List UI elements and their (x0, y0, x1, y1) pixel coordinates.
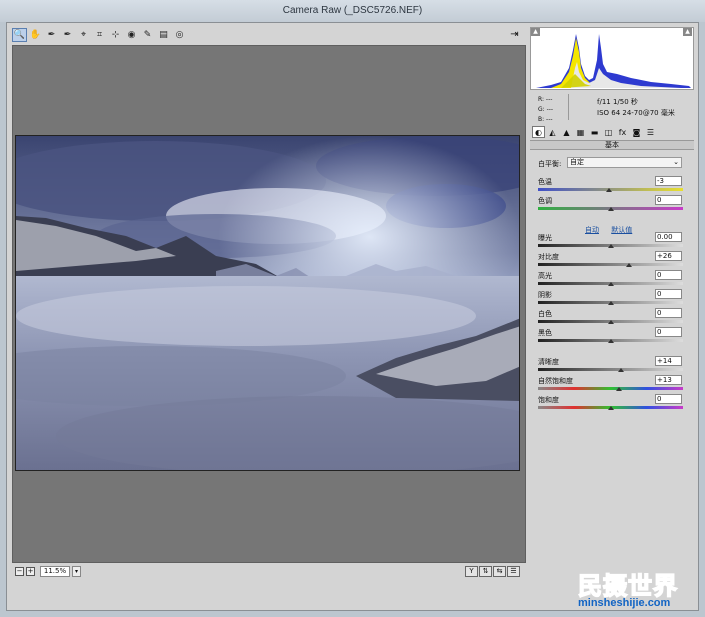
zoom-icon[interactable]: 🔍 (12, 28, 27, 42)
lens-corrections-tab-icon[interactable]: ◫ (602, 126, 615, 138)
color-sampler-icon[interactable]: ✒ (60, 28, 75, 42)
vibrance-label: 自然饱和度 (538, 377, 573, 385)
highlights-slider-thumb[interactable] (607, 282, 614, 286)
temperature-value-field[interactable]: -3 (655, 176, 682, 186)
camera-info: ISO 64 24-70@70 毫米 (597, 109, 675, 117)
zoom-in-button[interactable]: + (26, 567, 35, 576)
preview-photo[interactable] (15, 135, 520, 471)
auto-default-links: 自动 默认值 (585, 225, 642, 235)
tone-curve-tab-icon[interactable]: ◭ (546, 126, 559, 138)
fullscreen-icon[interactable]: ⇥ (507, 27, 522, 41)
hand-icon[interactable]: ✋ (28, 28, 43, 42)
copy-settings-icon[interactable]: ⇆ (493, 566, 506, 577)
contrast-slider-track[interactable] (538, 263, 683, 266)
r-readout: R: --- (538, 96, 553, 103)
contrast-slider-thumb[interactable] (626, 263, 633, 267)
auto-link[interactable]: 自动 (585, 226, 599, 234)
clarity-value-field[interactable]: +14 (655, 356, 682, 366)
white-balance-value: 自定 (570, 158, 584, 166)
camera-calibration-tab-icon[interactable]: ◙ (630, 126, 643, 138)
swap-settings-icon[interactable]: ⇅ (479, 566, 492, 577)
shadows-value-field[interactable]: 0 (655, 289, 682, 299)
chevron-down-icon: ⌄ (673, 158, 679, 166)
window-title: Camera Raw (_DSC5726.NEF) (0, 0, 705, 22)
highlights-label: 高光 (538, 272, 552, 280)
clarity-slider-track[interactable] (538, 368, 683, 371)
rgb-readout: R: --- G: --- B: --- (538, 95, 553, 125)
panel-title: 基本 (530, 140, 694, 150)
presets-tab-icon[interactable]: ☰ (644, 126, 657, 138)
whites-value-field[interactable]: 0 (655, 308, 682, 318)
straighten-icon[interactable]: ⊹ (108, 28, 123, 42)
basic-panel: 白平衡: 自定 ⌄ 自动 默认值 色温 -3 色调 0 曝光 0.00 对比度 +26 高光 0 阴… (530, 150, 694, 578)
hsl-tab-icon[interactable]: ▦ (574, 126, 587, 138)
whites-slider-thumb[interactable] (607, 320, 614, 324)
vibrance-slider-track[interactable] (538, 387, 683, 390)
panel-tabs: ◐ ◭ ▲ ▦ ▬ ◫ fx ◙ ☰ (530, 125, 694, 139)
contrast-label: 对比度 (538, 253, 559, 261)
histogram (530, 27, 694, 90)
highlight-clipping-icon[interactable]: ▲ (683, 28, 692, 36)
split-toning-tab-icon[interactable]: ▬ (588, 126, 601, 138)
exposure-value-field[interactable]: 0.00 (655, 232, 682, 242)
crop-icon[interactable]: ⌗ (92, 28, 107, 42)
shadows-label: 阴影 (538, 291, 552, 299)
blacks-value-field[interactable]: 0 (655, 327, 682, 337)
temperature-slider-thumb[interactable] (606, 188, 613, 192)
detail-tab-icon[interactable]: ▲ (560, 126, 573, 138)
highlights-value-field[interactable]: 0 (655, 270, 682, 280)
exposure-slider-thumb[interactable] (607, 244, 614, 248)
contrast-value-field[interactable]: +26 (655, 251, 682, 261)
radial-filter-icon[interactable]: ◎ (172, 28, 187, 42)
white-balance-select[interactable]: 自定 ⌄ (567, 157, 682, 168)
clarity-slider-thumb[interactable] (617, 368, 624, 372)
exposure-label: 曝光 (538, 234, 552, 242)
zoom-out-button[interactable]: − (15, 567, 24, 576)
exif-info: f/11 1/50 秒 ISO 64 24-70@70 毫米 (597, 97, 675, 119)
blacks-label: 黑色 (538, 329, 552, 337)
zoom-level-field[interactable]: 11.5% (40, 566, 70, 577)
before-after-toggle-icon[interactable]: Y (465, 566, 478, 577)
g-readout: G: --- (538, 106, 554, 113)
adjustment-brush-icon[interactable]: ✎ (140, 28, 155, 42)
clarity-label: 清晰度 (538, 358, 559, 366)
whites-label: 白色 (538, 310, 552, 318)
view-buttons: Y ⇅ ⇆ ☰ (465, 566, 520, 577)
vibrance-value-field[interactable]: +13 (655, 375, 682, 385)
zoom-dropdown-button[interactable]: ▾ (72, 566, 81, 577)
status-bar: − + 11.5% ▾ (12, 564, 526, 579)
red-eye-icon[interactable]: ◉ (124, 28, 139, 42)
watermark-logo: 民摄世界 minsheshijie.com (577, 566, 700, 612)
default-link[interactable]: 默认值 (611, 226, 632, 234)
tint-value-field[interactable]: 0 (655, 195, 682, 205)
saturation-slider-thumb[interactable] (607, 406, 614, 410)
vibrance-slider-thumb[interactable] (616, 387, 623, 391)
b-readout: B: --- (538, 116, 553, 123)
preview-preferences-icon[interactable]: ☰ (507, 566, 520, 577)
tint-slider-thumb[interactable] (607, 207, 614, 211)
shadows-slider-thumb[interactable] (607, 301, 614, 305)
saturation-label: 饱和度 (538, 396, 559, 404)
exposure-info: f/11 1/50 秒 (597, 98, 638, 106)
image-info: R: --- G: --- B: --- f/11 1/50 秒 ISO 64 … (530, 91, 694, 123)
watermark-brand: 民摄世界 (577, 571, 678, 601)
basic-tab-icon[interactable]: ◐ (532, 126, 545, 138)
saturation-value-field[interactable]: 0 (655, 394, 682, 404)
white-balance-label: 白平衡: (538, 160, 562, 168)
white-balance-icon[interactable]: ✒ (44, 28, 59, 42)
info-divider (568, 94, 569, 120)
tool-bar: 🔍 ✋ ✒ ✒ ⌖ ⌗ ⊹ ◉ ✎ ▤ ◎ (12, 27, 524, 43)
graduated-filter-icon[interactable]: ▤ (156, 28, 171, 42)
mountain-photo (16, 136, 519, 470)
blacks-slider-thumb[interactable] (607, 339, 614, 343)
tint-label: 色调 (538, 197, 552, 205)
histogram-graph (531, 28, 693, 89)
effects-tab-icon[interactable]: fx (616, 126, 629, 138)
targeted-adjustment-icon[interactable]: ⌖ (76, 28, 91, 42)
temperature-label: 色温 (538, 178, 552, 186)
shadow-clipping-icon[interactable]: ▲ (531, 28, 540, 36)
watermark-url: minsheshijie.com (578, 597, 671, 609)
